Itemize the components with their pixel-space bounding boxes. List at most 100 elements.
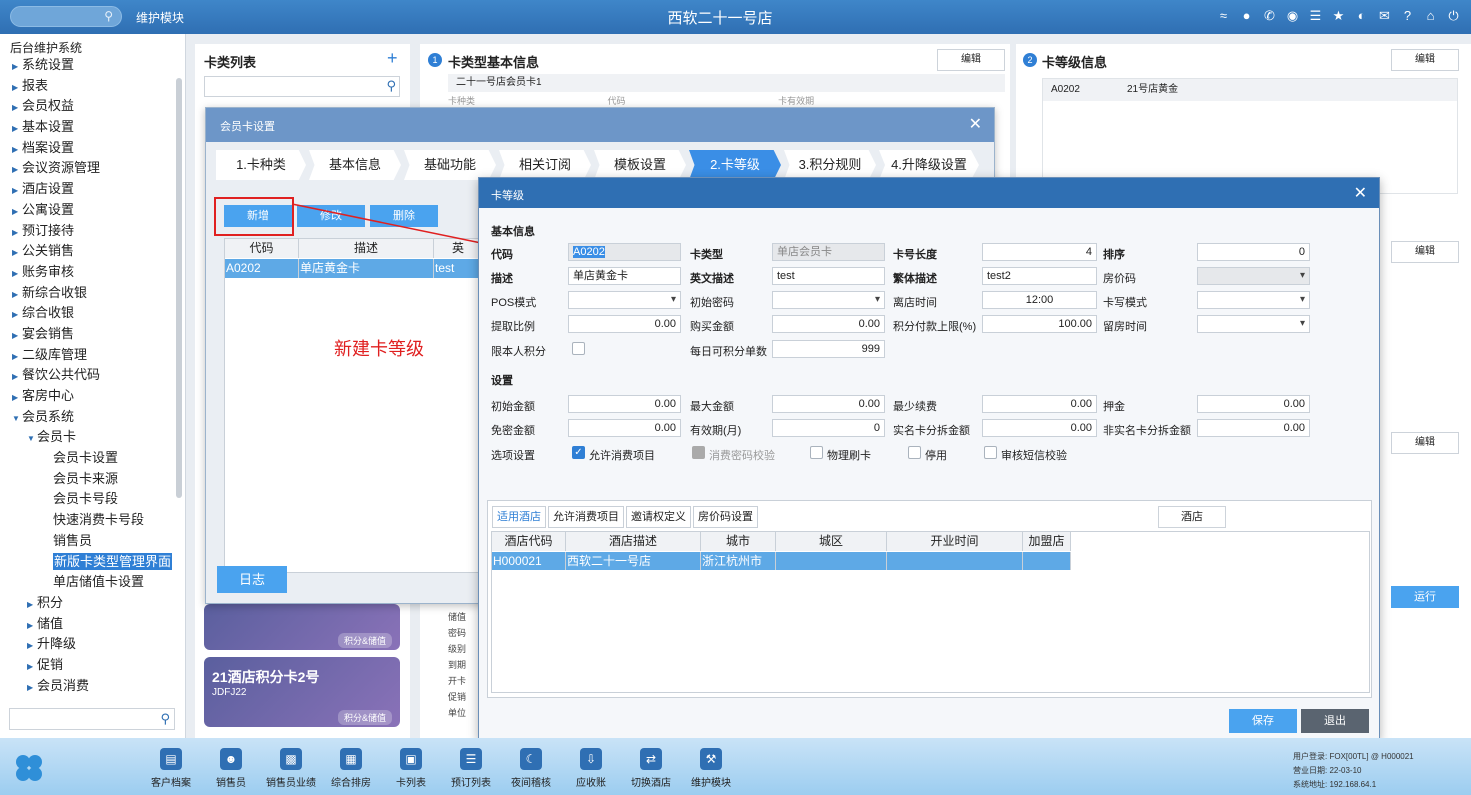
run-button[interactable]: 运行 xyxy=(1391,586,1459,608)
real-name-split-field[interactable]: 0.00 xyxy=(982,419,1097,437)
sidebar-item[interactable]: ▶ 档案设置 xyxy=(0,138,176,159)
caret-right-icon[interactable]: ▶ xyxy=(12,160,22,181)
points-pay-limit-field[interactable]: 100.00 xyxy=(982,315,1097,333)
caret-right-icon[interactable]: ▶ xyxy=(12,223,22,244)
sidebar-item[interactable]: ▶ 账务审核 xyxy=(0,262,176,283)
sidebar-item[interactable]: ▶ 会员消费 xyxy=(0,676,176,697)
deposit-field[interactable]: 0.00 xyxy=(1197,395,1310,413)
sidebar-item[interactable]: ▶ 公寓设置 xyxy=(0,200,176,221)
caret-right-icon[interactable]: ▶ xyxy=(12,326,22,347)
caret-right-icon[interactable]: ▶ xyxy=(27,678,37,699)
max-amount-field[interactable]: 0.00 xyxy=(772,395,885,413)
exit-button[interactable]: 退出 xyxy=(1301,709,1369,733)
init-amount-field[interactable]: 0.00 xyxy=(568,395,681,413)
room-rate-select[interactable] xyxy=(1197,267,1310,285)
palette-icon[interactable]: ◉ xyxy=(1285,7,1300,25)
hotel-button[interactable]: 酒店 xyxy=(1158,506,1226,528)
disable-checkbox[interactable] xyxy=(908,446,921,459)
sidebar-item[interactable]: 会员卡来源 xyxy=(0,469,176,490)
min-renewal-field[interactable]: 0.00 xyxy=(982,395,1097,413)
close-icon[interactable]: ✕ xyxy=(969,114,982,134)
contrast-icon[interactable]: ◐ xyxy=(1354,7,1369,25)
sidebar-item[interactable]: ▶ 系统设置 xyxy=(0,55,176,76)
code-field[interactable]: A0202 xyxy=(568,243,681,261)
validity-field[interactable]: 0 xyxy=(772,419,885,437)
table-row[interactable]: H000021 西软二十一号店 浙江杭州市 xyxy=(492,552,1071,570)
traditional-desc-field[interactable]: test2 xyxy=(982,267,1097,285)
sidebar-item[interactable]: ▶ 储值 xyxy=(0,614,176,635)
sidebar-item[interactable]: ▶ 积分 xyxy=(0,593,176,614)
caret-right-icon[interactable]: ▶ xyxy=(12,78,22,99)
tab-allowed-items[interactable]: 允许消费项目 xyxy=(548,506,624,528)
caret-right-icon[interactable]: ▶ xyxy=(12,140,22,161)
sidebar-item[interactable]: 销售员 xyxy=(0,531,176,552)
caret-down-icon[interactable]: ▼ xyxy=(12,409,22,430)
sidebar-item[interactable]: ▶ 客房中心 xyxy=(0,386,176,407)
power-icon[interactable]: ⏻ xyxy=(1446,7,1461,25)
pos-mode-select[interactable] xyxy=(568,291,681,309)
sidebar-item[interactable]: ▶ 新综合收银 xyxy=(0,283,176,304)
self-points-checkbox[interactable] xyxy=(572,342,585,355)
sidebar-item[interactable]: ▶ 二级库管理 xyxy=(0,345,176,366)
top-search-input[interactable]: ⚲ xyxy=(10,6,122,27)
add-card-icon[interactable]: + xyxy=(387,48,398,69)
extract-ratio-field[interactable]: 0.00 xyxy=(568,315,681,333)
tab-invite-rights[interactable]: 邀请权定义 xyxy=(626,506,691,528)
caret-right-icon[interactable]: ▶ xyxy=(27,595,37,616)
step-upgrade[interactable]: 4.升降级设置 xyxy=(879,150,979,180)
non-real-name-split-field[interactable]: 0.00 xyxy=(1197,419,1310,437)
card-write-select[interactable] xyxy=(1197,291,1310,309)
sidebar-item[interactable]: ▶ 综合收银 xyxy=(0,303,176,324)
caret-right-icon[interactable]: ▶ xyxy=(12,367,22,388)
nav-sales-performance[interactable]: ▩ 销售员业绩 xyxy=(261,748,321,789)
search-icon[interactable]: ⚲ xyxy=(386,78,396,94)
checkout-time-field[interactable]: 12:00 xyxy=(982,291,1097,309)
caret-right-icon[interactable]: ▶ xyxy=(27,657,37,678)
step-basic-info[interactable]: 基本信息 xyxy=(309,150,401,180)
caret-right-icon[interactable]: ▶ xyxy=(12,264,22,285)
nav-room-assign[interactable]: ▦ 综合排房 xyxy=(321,748,381,789)
table-row[interactable]: A0202 单店黄金卡 test xyxy=(225,259,483,278)
sidebar-item[interactable]: ▼ 会员系统 xyxy=(0,407,176,428)
caret-right-icon[interactable]: ▶ xyxy=(12,57,22,78)
tab-room-rate-codes[interactable]: 房价码设置 xyxy=(693,506,758,528)
purchase-amount-field[interactable]: 0.00 xyxy=(772,315,885,333)
sms-verify-checkbox[interactable] xyxy=(984,446,997,459)
log-button[interactable]: 日志 xyxy=(217,566,287,593)
nav-receivables[interactable]: ⇩ 应收账 xyxy=(561,748,621,789)
sidebar-item[interactable]: 会员卡设置 xyxy=(0,448,176,469)
sidebar-item[interactable]: ▶ 升降级 xyxy=(0,634,176,655)
step-template[interactable]: 模板设置 xyxy=(594,150,686,180)
edit-button[interactable]: 编辑 xyxy=(1391,49,1459,71)
menu-icon[interactable]: ☰ xyxy=(1308,7,1323,25)
app-logo-icon[interactable] xyxy=(14,753,44,783)
nav-customer-profiles[interactable]: ▤ 客户档案 xyxy=(141,748,201,789)
caret-right-icon[interactable]: ▶ xyxy=(12,243,22,264)
card-item[interactable]: 积分&储值 xyxy=(204,604,400,650)
step-points-rule[interactable]: 3.积分规则 xyxy=(784,150,876,180)
sidebar-item[interactable]: ▶ 预订接待 xyxy=(0,221,176,242)
init-password-select[interactable] xyxy=(772,291,885,309)
card-search-input[interactable]: ⚲ xyxy=(204,76,400,97)
wifi-icon[interactable]: ≈ xyxy=(1216,7,1231,25)
save-button[interactable]: 保存 xyxy=(1229,709,1297,733)
mail-icon[interactable]: ✉ xyxy=(1377,7,1392,25)
edit-button[interactable]: 编辑 xyxy=(937,49,1005,71)
caret-right-icon[interactable]: ▶ xyxy=(12,119,22,140)
sidebar-item[interactable]: ▶ 餐饮公共代码 xyxy=(0,365,176,386)
caret-right-icon[interactable]: ▶ xyxy=(12,98,22,119)
edit-button[interactable]: 编辑 xyxy=(1391,241,1459,263)
step-subscriptions[interactable]: 相关订阅 xyxy=(499,150,591,180)
tab-applicable-hotels[interactable]: 适用酒店 xyxy=(492,506,546,528)
sidebar-item[interactable]: 单店储值卡设置 xyxy=(0,572,176,593)
step-card-kind[interactable]: 1.卡种类 xyxy=(216,150,306,180)
grade-row[interactable]: A0202 21号店黄金 xyxy=(1043,79,1457,101)
sidebar-search-input[interactable]: ⚲ xyxy=(9,708,175,730)
star-icon[interactable]: ★ xyxy=(1331,7,1346,25)
hold-time-select[interactable] xyxy=(1197,315,1310,333)
physical-swipe-checkbox[interactable] xyxy=(810,446,823,459)
home-icon[interactable]: ⌂ xyxy=(1423,7,1438,25)
desc-field[interactable]: 单店黄金卡 xyxy=(568,267,681,285)
nav-salesperson[interactable]: ☻ 销售员 xyxy=(201,748,261,789)
caret-right-icon[interactable]: ▶ xyxy=(12,305,22,326)
